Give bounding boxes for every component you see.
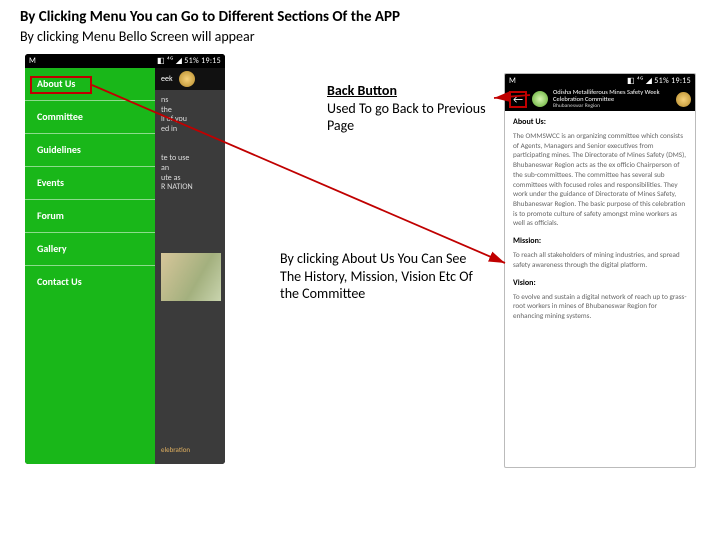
about-text: The OMMSWCC is an organizing committee w…	[513, 131, 687, 228]
page-heading: By Clicking Menu You can Go to Different…	[20, 8, 400, 45]
mission-text: To reach all stakeholders of mining indu…	[513, 250, 687, 269]
vision-heading: Vision:	[513, 278, 687, 288]
phone-left: M ◧ ⁴ᴳ ◢ 51% 19:15 ns the ll of you ed i…	[25, 54, 225, 464]
nav-item-events[interactable]: Events	[25, 167, 155, 200]
heading-line2: By clicking Menu Bello Screen will appea…	[20, 28, 400, 46]
nav-item-guidelines[interactable]: Guidelines	[25, 134, 155, 167]
content-about: About Us: The OMMSWCC is an organizing c…	[505, 111, 695, 335]
status-bar-r: M ◧ ⁴ᴳ ◢ 51% 19:15	[505, 74, 695, 87]
peek-footer: elebration	[161, 445, 190, 454]
note-back-text: Used To go Back to Previous Page	[327, 100, 492, 135]
status-bar: M ◧ ⁴ᴳ ◢ 51% 19:15	[25, 54, 225, 68]
appbar-title: eek	[161, 74, 173, 84]
app-bar: eek	[155, 68, 225, 90]
back-arrow-icon: ←	[513, 94, 523, 105]
nav-item-gallery[interactable]: Gallery	[25, 233, 155, 266]
note-back-button: Back Button Used To go Back to Previous …	[327, 82, 492, 135]
status-right: ◧ ⁴ᴳ ◢ 51% 19:15	[157, 56, 221, 66]
peek-image	[161, 253, 221, 301]
note-about-us: By clicking About Us You Can See The His…	[280, 250, 475, 303]
status-left-r: M	[509, 76, 516, 86]
appbar-title-text: Odisha Metalliferous Mines Safety Week C…	[553, 88, 660, 103]
drawer-items: About Us Committee Guidelines Events For…	[25, 68, 155, 298]
vision-text: To evolve and sustain a digital network …	[513, 292, 687, 321]
about-heading: About Us:	[513, 117, 687, 127]
appbar-logo-icon	[179, 71, 195, 87]
app-logo-icon	[532, 91, 548, 107]
note-about-text: By clicking About Us You Can See The His…	[280, 250, 473, 302]
peek-text-2: te to use an ute as R NATION	[161, 154, 221, 192]
status-left: M	[29, 56, 36, 66]
mission-heading: Mission:	[513, 236, 687, 246]
nav-item-committee[interactable]: Committee	[25, 101, 155, 134]
nav-drawer: About Us Committee Guidelines Events For…	[25, 68, 155, 464]
appbar-subtitle: Bhubaneswar Region	[553, 103, 671, 109]
app-badge-icon	[676, 92, 691, 107]
heading-line1: By Clicking Menu You can Go to Different…	[20, 8, 400, 27]
app-bar-right: ← Odisha Metalliferous Mines Safety Week…	[505, 87, 695, 111]
nav-item-forum[interactable]: Forum	[25, 200, 155, 233]
note-back-title: Back Button	[327, 82, 492, 100]
nav-item-contact-us[interactable]: Contact Us	[25, 266, 155, 298]
back-button[interactable]: ←	[509, 91, 527, 108]
phone-right: M ◧ ⁴ᴳ ◢ 51% 19:15 ← Odisha Metalliferou…	[504, 73, 696, 468]
content-behind-drawer: ns the ll of you ed in te to use an ute …	[155, 90, 225, 464]
callout-highlight-about-us	[30, 76, 92, 94]
status-right-r: ◧ ⁴ᴳ ◢ 51% 19:15	[627, 76, 691, 86]
appbar-title-right: Odisha Metalliferous Mines Safety Week C…	[553, 89, 671, 109]
peek-text-1: ns the ll of you ed in	[161, 96, 221, 134]
